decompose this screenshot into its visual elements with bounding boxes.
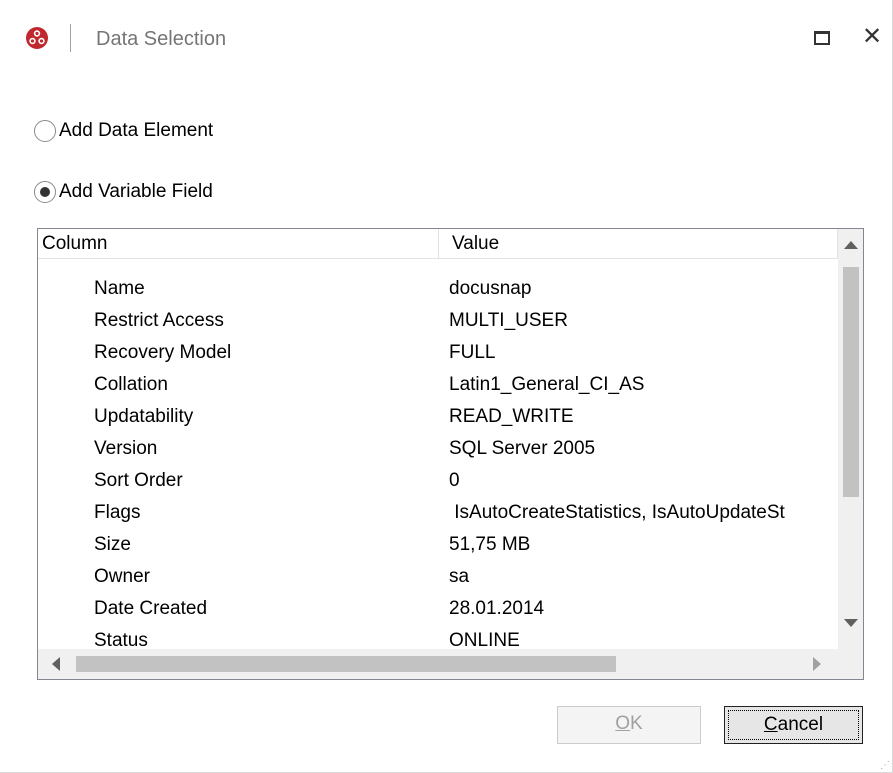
row-value-cell: 51,75 MB [449, 534, 531, 555]
scroll-left-arrow-icon[interactable] [52, 657, 60, 671]
grid-header: Column Value [38, 229, 838, 259]
scroll-down-arrow-icon[interactable] [844, 619, 858, 627]
row-value-cell: SQL Server 2005 [449, 438, 596, 459]
vertical-scroll-thumb[interactable] [843, 267, 859, 497]
column-header-column[interactable]: Column [38, 229, 439, 259]
scroll-right-arrow-icon[interactable] [813, 657, 821, 671]
add-variable-field-radio[interactable] [34, 181, 56, 203]
ok-label-rest: K [630, 713, 643, 734]
close-button[interactable]: ✕ [862, 24, 888, 50]
row-value-cell: FULL [449, 342, 496, 363]
maximize-button[interactable] [812, 27, 834, 49]
table-row[interactable]: Size 51,75 MB [38, 529, 838, 561]
data-grid[interactable]: Column Value Name docusnap Restrict Acces… [37, 228, 864, 680]
scroll-up-arrow-icon[interactable] [844, 241, 858, 249]
row-column-cell: Recovery Model [94, 342, 232, 363]
row-value-cell: MULTI_USER [449, 310, 568, 331]
row-column-cell: Sort Order [94, 470, 183, 491]
ok-mnemonic: O [615, 713, 631, 734]
row-column-cell: Restrict Access [94, 310, 224, 331]
data-selection-dialog: Data Selection ✕ Add Data Element Add Va… [0, 0, 893, 773]
row-column-cell: Status [94, 630, 148, 647]
maximize-icon [814, 31, 830, 45]
add-variable-field-option[interactable]: Add Variable Field [34, 177, 213, 207]
cancel-focus-rect: Cancel [728, 710, 859, 740]
table-row[interactable]: Name docusnap [38, 273, 838, 305]
add-data-element-label[interactable]: Add Data Element [59, 120, 213, 142]
row-value-cell: docusnap [449, 278, 532, 299]
row-column-cell: Size [94, 534, 131, 555]
cancel-mnemonic: C [763, 714, 778, 735]
row-value-cell: 28.01.2014 [449, 598, 545, 619]
row-column-cell: Owner [94, 566, 150, 587]
row-column-cell: Date Created [94, 598, 208, 619]
row-value-cell: 0 [449, 470, 460, 491]
cancel-label-rest: ancel [777, 714, 824, 735]
row-value-cell: sa [449, 566, 470, 587]
table-row[interactable]: Updatability READ_WRITE [38, 401, 838, 433]
add-data-element-option[interactable]: Add Data Element [34, 116, 213, 146]
row-value-cell: READ_WRITE [449, 406, 574, 427]
horizontal-scroll-thumb[interactable] [76, 656, 616, 672]
close-icon: ✕ [862, 23, 883, 50]
table-row[interactable]: Sort Order 0 [38, 465, 838, 497]
horizontal-scrollbar[interactable] [38, 649, 838, 679]
table-row[interactable]: Recovery Model FULL [38, 337, 838, 369]
row-value-cell: Latin1_General_CI_AS [449, 374, 645, 395]
add-data-element-radio[interactable] [34, 120, 56, 142]
resize-grip-icon[interactable]: ⋰ [880, 760, 891, 771]
column-header-value[interactable]: Value [439, 229, 838, 259]
scrollbar-corner [838, 649, 863, 679]
window-title: Data Selection [96, 28, 227, 50]
table-row[interactable]: Collation Latin1_General_CI_AS [38, 369, 838, 401]
row-column-cell: Flags [94, 502, 141, 523]
vertical-scrollbar[interactable] [838, 229, 863, 649]
row-column-cell: Collation [94, 374, 168, 395]
add-variable-field-label[interactable]: Add Variable Field [59, 181, 213, 203]
docusnap-logo-icon [26, 27, 48, 49]
row-column-cell: Version [94, 438, 158, 459]
table-row[interactable]: Date Created 28.01.2014 [38, 593, 838, 625]
row-column-cell: Updatability [94, 406, 194, 427]
title-bar[interactable]: Data Selection ✕ [0, 0, 893, 80]
table-row[interactable]: Status ONLINE [38, 625, 838, 647]
table-row[interactable]: Flags IsAutoCreateStatistics, IsAutoUpda… [38, 497, 838, 529]
ok-button[interactable]: OK [557, 706, 701, 744]
row-value-cell: ONLINE [449, 630, 520, 647]
table-row[interactable]: Restrict Access MULTI_USER [38, 305, 838, 337]
table-row[interactable]: Version SQL Server 2005 [38, 433, 838, 465]
row-value-cell: IsAutoCreateStatistics, IsAutoUpdateSt [449, 502, 785, 523]
table-row[interactable]: Owner sa [38, 561, 838, 593]
title-separator [70, 24, 71, 52]
row-column-cell: Name [94, 278, 145, 299]
grid-rows: Name docusnap Restrict Access MULTI_USER R… [38, 273, 838, 647]
cancel-button[interactable]: Cancel [724, 706, 863, 744]
